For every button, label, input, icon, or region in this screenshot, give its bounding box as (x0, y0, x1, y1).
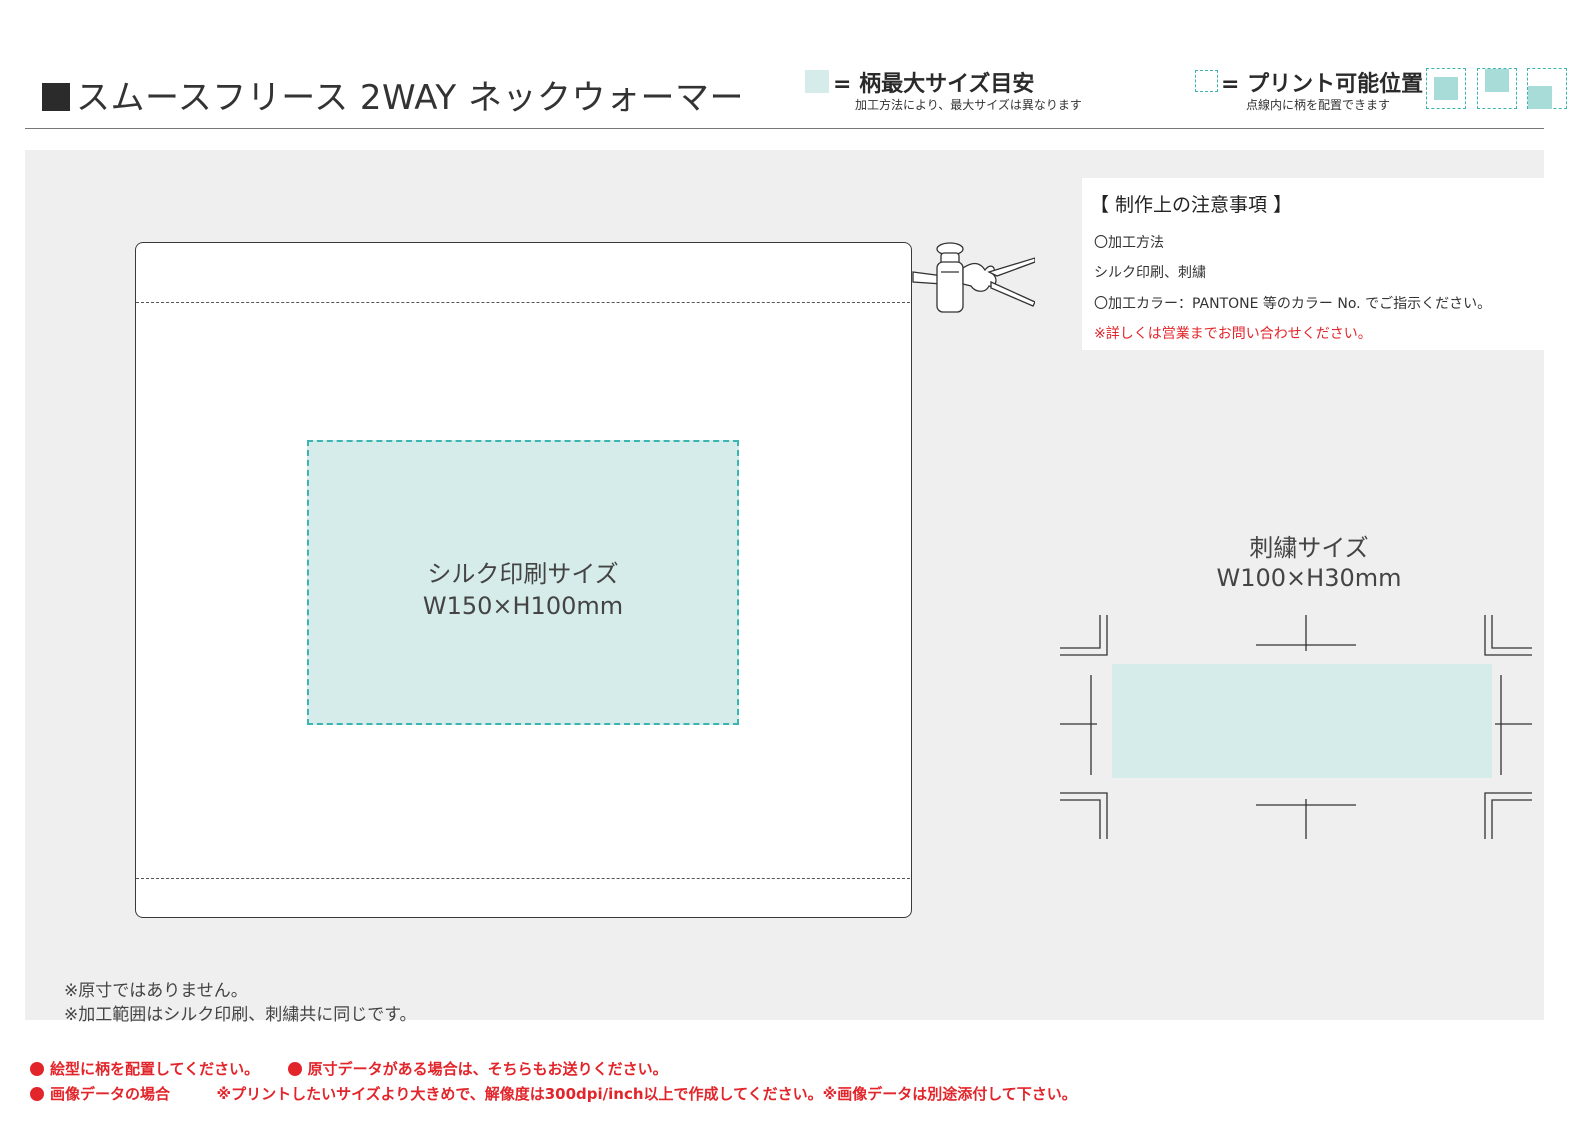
position-bottom-icon (1527, 68, 1567, 109)
notes-title: 【 制作上の注意事項 】 (1090, 194, 1293, 216)
instruction-send-data: 原寸データがある場合は、そちらもお送りください。 (307, 1060, 668, 1078)
instruction-image-data-text: ※プリントしたいサイズより大きめで、解像度は300dpi/inch以上で作成して… (216, 1085, 1077, 1103)
footnote-not-actual-size: ※原寸ではありません。 (64, 981, 248, 1001)
embroidery-label: 刺繍サイズ (1249, 534, 1369, 562)
position-top-icon (1477, 68, 1517, 109)
max-size-swatch-icon (805, 70, 829, 93)
stitch-line-top (136, 302, 910, 303)
bullet-icon (30, 1087, 44, 1101)
instruction-line-2: 画像データの場合 ※プリントしたいサイズより大きめで、解像度は300dpi/in… (30, 1083, 1077, 1104)
legend-max-size-label: = 柄最大サイズ目安 (833, 72, 1035, 97)
bullet-icon (30, 1062, 44, 1076)
embroidery-size: W100×H30mm (1216, 564, 1402, 592)
position-center-icon (1426, 68, 1466, 109)
header-divider (25, 128, 1544, 129)
cord-stopper-icon (912, 242, 1035, 313)
note-color: 〇加工カラー：PANTONE 等のカラー No. でご指示ください。 (1094, 296, 1492, 312)
legend-max-size-note: 加工方法により、最大サイズは異なります (855, 98, 1082, 112)
note-method-value: シルク印刷、刺繍 (1094, 265, 1206, 281)
instruction-image-data-label: 画像データの場合 (50, 1085, 171, 1103)
crop-marks (1060, 615, 1532, 839)
silk-print-label: シルク印刷サイズ (427, 560, 619, 588)
legend-print-position-note: 点線内に柄を配置できます (1246, 98, 1391, 112)
note-contact: ※詳しくは営業までお問い合わせください。 (1094, 326, 1372, 342)
footnote-processing-range: ※加工範囲はシルク印刷、刺繍共に同じです。 (64, 1005, 417, 1025)
stitch-line-bottom (136, 878, 910, 879)
page-title: スムースフリース 2WAY ネックウォーマー (42, 70, 744, 119)
instruction-place-design: 絵型に柄を配置してください。 (50, 1060, 260, 1078)
instruction-line-1: 絵型に柄を配置してください。 原寸データがある場合は、そちらもお送りください。 (30, 1058, 668, 1079)
note-method-heading: 〇加工方法 (1094, 235, 1164, 251)
print-position-box-icon (1195, 70, 1218, 92)
bullet-icon (287, 1062, 302, 1076)
legend-print-position-label: = プリント可能位置 (1221, 72, 1424, 97)
silk-print-size: W150×H100mm (422, 592, 624, 620)
square-bullet-icon (42, 83, 70, 111)
